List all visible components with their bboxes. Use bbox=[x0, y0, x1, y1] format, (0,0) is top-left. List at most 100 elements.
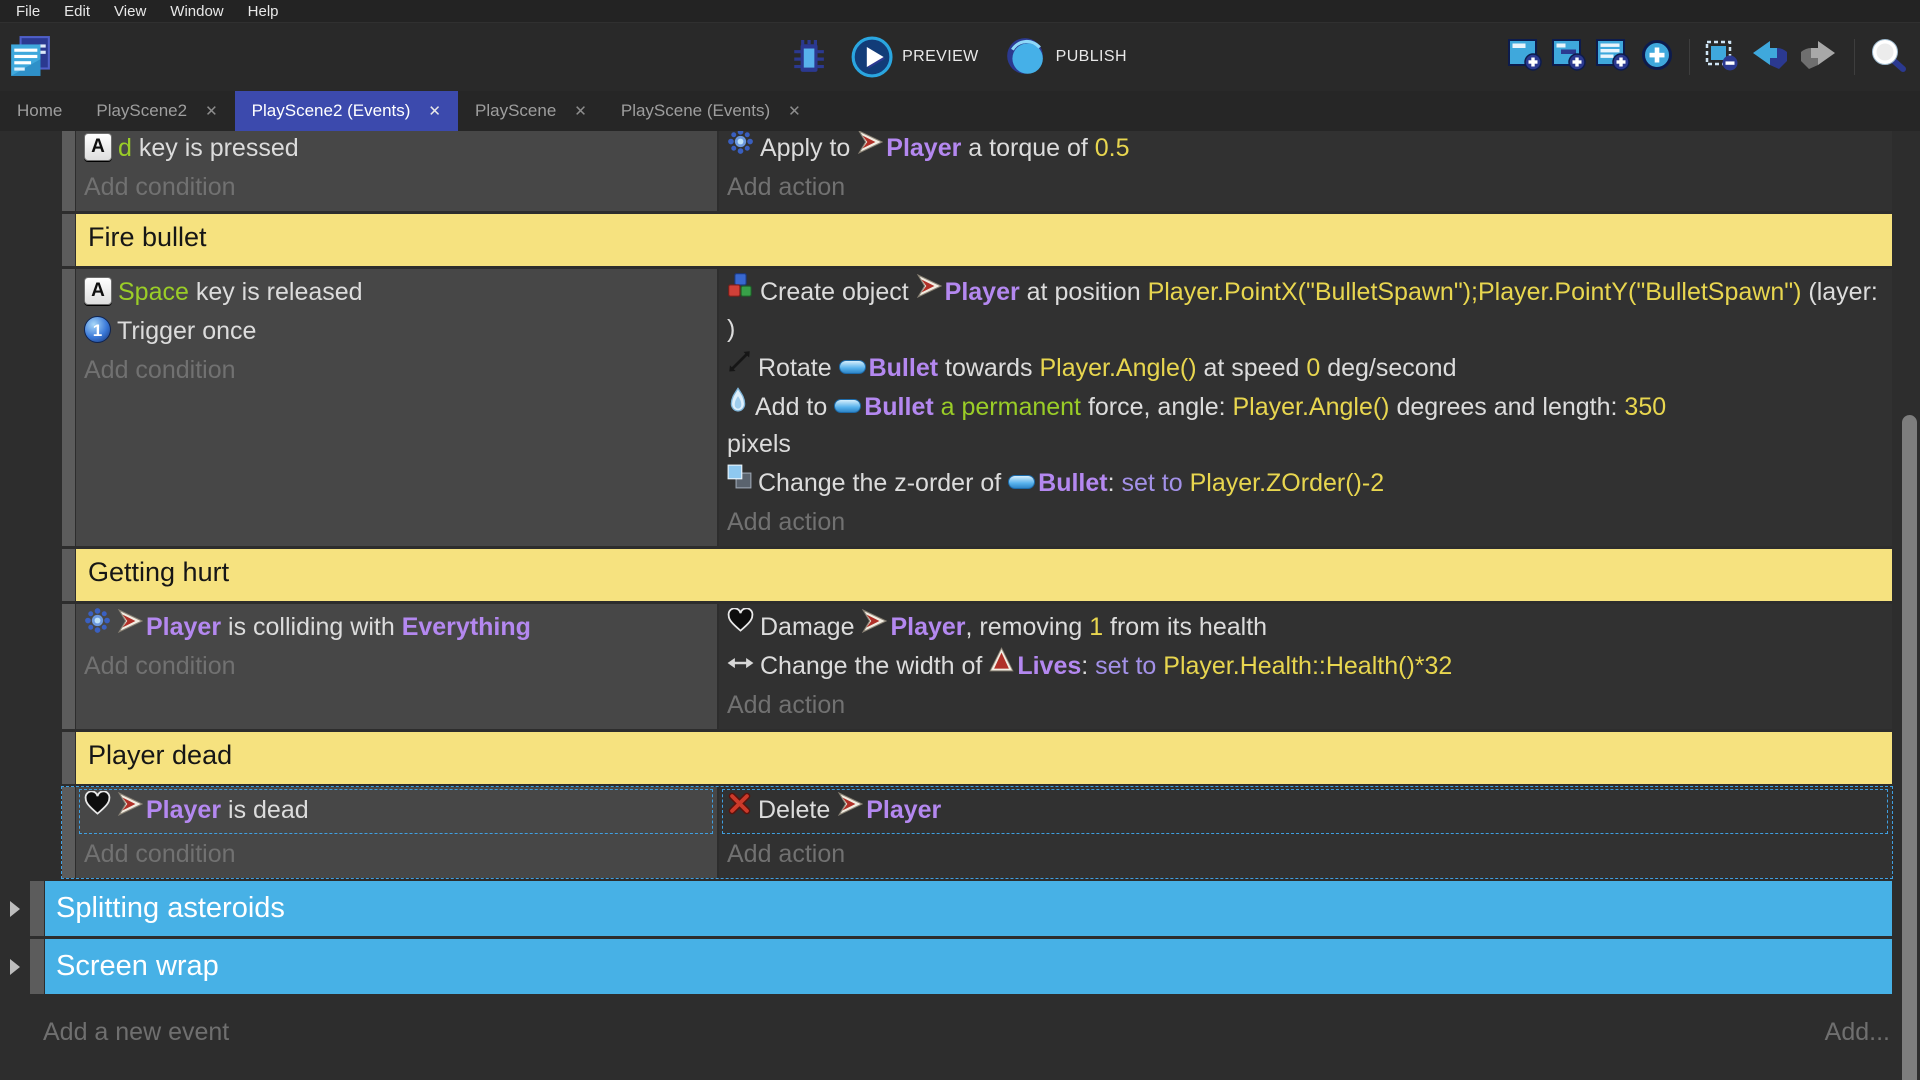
text-segment: Player bbox=[146, 613, 221, 641]
text-segment: Delete bbox=[758, 796, 837, 824]
text-segment: Rotate bbox=[758, 354, 839, 382]
menu-item-file[interactable]: File bbox=[4, 2, 52, 21]
tab-playscene[interactable]: PlayScene✕ bbox=[458, 91, 604, 131]
tab-playscene2-events-[interactable]: PlayScene2 (Events) ✕ bbox=[235, 91, 458, 131]
toolbar-separator bbox=[1689, 39, 1690, 75]
add-action-link[interactable]: Add action bbox=[727, 169, 1882, 206]
add-condition-link[interactable]: Add condition bbox=[84, 169, 707, 206]
search-button[interactable] bbox=[1870, 38, 1906, 77]
tab-close-icon[interactable]: ✕ bbox=[574, 102, 587, 120]
add-condition-link[interactable]: Add condition bbox=[84, 648, 707, 685]
action-item[interactable]: Rotate Bullet towards Player.Angle() at … bbox=[727, 350, 1882, 387]
preview-icon bbox=[851, 36, 893, 78]
event-row[interactable]: Player is colliding with EverythingAdd c… bbox=[62, 604, 1892, 729]
add-action-link[interactable]: Add action bbox=[727, 836, 1882, 873]
redo-icon bbox=[1799, 39, 1839, 76]
conditions-cell[interactable]: Player is colliding with EverythingAdd c… bbox=[76, 604, 717, 729]
condition-item[interactable]: Player is colliding with Everything bbox=[84, 609, 707, 646]
action-item[interactable]: Create object Player at position Player.… bbox=[727, 274, 1882, 348]
event-drag-handle[interactable] bbox=[62, 214, 75, 266]
conditions-cell[interactable]: Player is dead Add condition bbox=[76, 787, 717, 878]
event-drag-handle[interactable] bbox=[62, 787, 75, 878]
event-drag-handle[interactable] bbox=[62, 549, 75, 601]
event-drag-handle[interactable] bbox=[30, 939, 44, 994]
event-drag-handle[interactable] bbox=[30, 881, 44, 936]
event-row[interactable]: ASpace key is released1Trigger onceAdd c… bbox=[62, 269, 1892, 546]
event-drag-handle[interactable] bbox=[62, 732, 75, 784]
actions-cell[interactable]: Apply to Player a torque of 0.5Add actio… bbox=[719, 131, 1892, 211]
actions-cell[interactable]: Delete Player Add action bbox=[719, 787, 1892, 878]
preview-button[interactable]: PREVIEW bbox=[851, 36, 979, 78]
group-row[interactable]: Screen wrap bbox=[30, 939, 1892, 994]
event-row[interactable]: Ad key is pressedAdd conditionApply to P… bbox=[62, 131, 1892, 211]
tab-home[interactable]: Home bbox=[0, 91, 79, 131]
undo-button[interactable] bbox=[1749, 39, 1789, 76]
tab-close-icon[interactable]: ✕ bbox=[788, 102, 801, 120]
tab-playscene2[interactable]: PlayScene2✕ bbox=[79, 91, 234, 131]
text-segment: Player.Health::Health()*32 bbox=[1163, 652, 1452, 680]
force-icon bbox=[727, 387, 749, 425]
text-segment: force, angle: bbox=[1088, 393, 1233, 421]
tab-playscene-events-[interactable]: PlayScene (Events)✕ bbox=[604, 91, 818, 131]
menu-item-view[interactable]: View bbox=[102, 2, 158, 21]
tab-close-icon[interactable]: ✕ bbox=[428, 102, 441, 120]
collapse-arrow-icon[interactable] bbox=[10, 901, 20, 917]
menu-item-edit[interactable]: Edit bbox=[52, 2, 102, 21]
add-condition-link[interactable]: Add condition bbox=[84, 352, 707, 389]
action-item[interactable]: Add to Bullet a permanent force, angle: … bbox=[727, 389, 1882, 463]
condition-item[interactable]: 1Trigger once bbox=[84, 313, 707, 350]
comment-text[interactable]: Player dead bbox=[76, 732, 1892, 784]
menu-item-window[interactable]: Window bbox=[158, 2, 235, 21]
action-item[interactable]: Damage Player, removing 1 from its healt… bbox=[727, 609, 1882, 646]
actions-cell[interactable]: Damage Player, removing 1 from its healt… bbox=[719, 604, 1892, 729]
condition-item[interactable]: Player is dead bbox=[84, 792, 708, 829]
comment-text[interactable]: Fire bullet bbox=[76, 214, 1892, 266]
action-item[interactable]: Apply to Player a torque of 0.5 bbox=[727, 131, 1882, 167]
delete-selection-button[interactable] bbox=[1705, 39, 1739, 76]
action-item[interactable]: Delete Player bbox=[727, 792, 1883, 829]
action-item[interactable]: Change the z-order of Bullet: set to Pla… bbox=[727, 465, 1882, 502]
gdevelop-window: FileEditViewWindowHelp bbox=[0, 0, 1920, 1080]
add-event-button[interactable] bbox=[1508, 39, 1542, 76]
menu-item-help[interactable]: Help bbox=[236, 2, 291, 21]
add-action-link[interactable]: Add action bbox=[727, 504, 1882, 541]
text-segment: Everything bbox=[402, 613, 531, 641]
comment-text[interactable]: Getting hurt bbox=[76, 549, 1892, 601]
action-item[interactable]: Change the width of Lives: set to Player… bbox=[727, 648, 1882, 685]
add-action-link[interactable]: Add action bbox=[727, 687, 1882, 724]
add-new-button[interactable] bbox=[1640, 39, 1674, 76]
event-drag-handle[interactable] bbox=[62, 269, 75, 546]
publish-button[interactable]: PUBLISH bbox=[1005, 36, 1127, 78]
comment-row: Player dead bbox=[62, 732, 1892, 784]
add-new-event-link[interactable]: Add a new event bbox=[43, 1018, 229, 1047]
event-row[interactable]: Player is dead Add condition Delete Player… bbox=[62, 787, 1892, 878]
text-segment: at speed bbox=[1197, 354, 1307, 382]
vertical-scrollbar[interactable] bbox=[1902, 415, 1917, 1080]
add-comment-button[interactable] bbox=[1596, 39, 1630, 76]
text-segment: Damage bbox=[760, 613, 861, 641]
text-segment: Create object bbox=[760, 278, 916, 306]
tab-label: Home bbox=[17, 101, 62, 121]
condition-item[interactable]: Ad key is pressed bbox=[84, 131, 707, 167]
project-manager-button[interactable] bbox=[8, 36, 52, 78]
conditions-cell[interactable]: Ad key is pressedAdd condition bbox=[76, 131, 717, 211]
redo-button[interactable] bbox=[1799, 39, 1839, 76]
actions-cell[interactable]: Create object Player at position Player.… bbox=[719, 269, 1892, 546]
event-drag-handle[interactable] bbox=[62, 131, 75, 211]
conditions-cell[interactable]: ASpace key is released1Trigger onceAdd c… bbox=[76, 269, 717, 546]
group-row[interactable]: Splitting asteroids bbox=[30, 881, 1892, 936]
text-segment: Player bbox=[886, 134, 961, 162]
toolbar-center-group: PREVIEW PUBLISH bbox=[793, 36, 1127, 78]
create-object-icon bbox=[727, 272, 754, 310]
tab-label: PlayScene2 (Events) bbox=[252, 101, 411, 121]
event-drag-handle[interactable] bbox=[62, 604, 75, 729]
condition-item[interactable]: ASpace key is released bbox=[84, 274, 707, 311]
text-segment: from its health bbox=[1103, 613, 1267, 641]
tab-close-icon[interactable]: ✕ bbox=[205, 102, 218, 120]
trigger-once-icon: 1 bbox=[84, 316, 111, 343]
add-condition-link[interactable]: Add condition bbox=[84, 836, 707, 873]
add-subevent-button[interactable] bbox=[1552, 39, 1586, 76]
collapse-arrow-icon[interactable] bbox=[10, 959, 20, 975]
add-more-link[interactable]: Add... bbox=[1825, 1018, 1890, 1047]
debugger-button[interactable] bbox=[793, 39, 825, 75]
